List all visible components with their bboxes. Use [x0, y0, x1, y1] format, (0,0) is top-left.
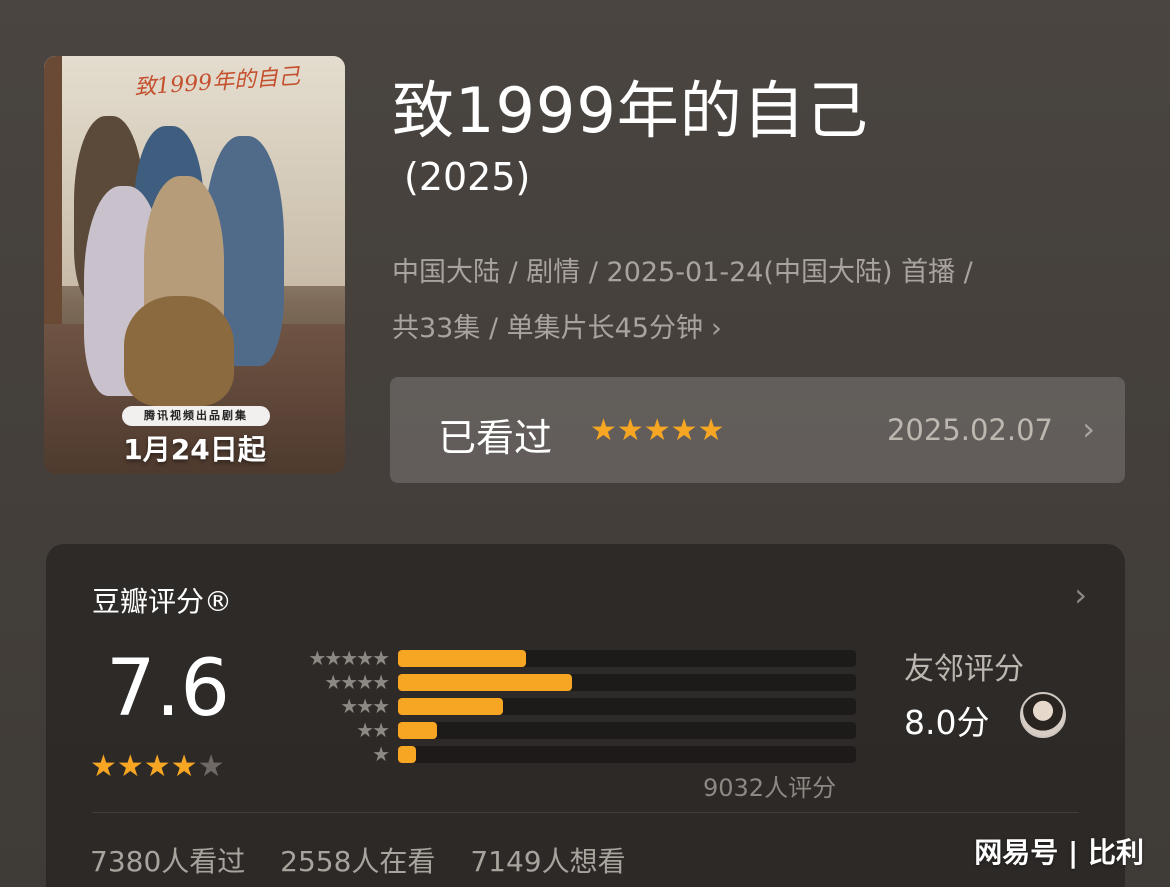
rating-stars-filled: ★★★★ — [90, 749, 198, 784]
breakdown-bar-fill — [398, 722, 437, 739]
meta-line: 中国大陆 / 剧情 / 2025-01-24(中国大陆) 首播 / — [392, 257, 973, 288]
breakdown-bar-fill — [398, 746, 417, 763]
rating-card: 豆瓣评分® › 7.6 ★★★★★ ★★★★★ ★★★★ ★★★ ★★ ★ 9032人评… — [46, 544, 1125, 887]
watched-date: 2025.02.07 — [886, 413, 1053, 447]
watching-count[interactable]: 2558人在看 — [280, 845, 435, 878]
chevron-right-icon: › — [1082, 410, 1095, 448]
my-rating-stars: ★★★★★ — [590, 413, 725, 448]
avatar[interactable] — [1020, 692, 1066, 738]
release-year: (2025) — [404, 155, 531, 199]
rating-count: 9032人评分 — [703, 774, 837, 802]
chevron-right-icon: › — [710, 313, 722, 344]
breakdown-bar-track — [398, 650, 856, 667]
neighbor-rating-label: 友邻评分 — [904, 652, 1024, 687]
breakdown-bar-fill — [398, 674, 573, 691]
breakdown-bar-track — [398, 722, 856, 739]
breakdown-stars: ★★★★★ — [308, 646, 390, 670]
meta-line-2: 共33集 / 单集片长45分钟 › — [392, 301, 1102, 357]
breakdown-stars: ★★★ — [340, 694, 390, 718]
breakdown-bar-fill — [398, 698, 504, 715]
rating-score: 7.6 — [106, 644, 231, 734]
watch-stats: 7380人看过 2558人在看 7149人想看 — [90, 840, 652, 880]
rating-stars: ★★★★★ — [90, 749, 224, 784]
watched-status-button[interactable]: 已看过 ★★★★★ 2025.02.07 › — [390, 377, 1125, 483]
watched-label: 已看过 — [438, 416, 553, 460]
breakdown-stars: ★ — [372, 742, 390, 766]
breakdown-bar-track — [398, 698, 856, 715]
breakdown-bar-track — [398, 746, 856, 763]
seen-count[interactable]: 7380人看过 — [90, 845, 245, 878]
breakdown-bar-track — [398, 674, 856, 691]
want-count[interactable]: 7149人想看 — [470, 845, 625, 878]
poster-figure — [124, 296, 234, 406]
meta-info[interactable]: 中国大陆 / 剧情 / 2025-01-24(中国大陆) 首播 / 共33集 /… — [392, 245, 1102, 357]
breakdown-stars: ★★★★ — [324, 670, 390, 694]
poster-image[interactable]: 致1999年的自己 腾讯视频出品剧集 1月24日起 — [44, 56, 345, 474]
page-title: 致1999年的自己 — [392, 74, 869, 147]
neighbor-rating-score: 8.0分 — [904, 703, 990, 742]
rating-header[interactable]: 豆瓣评分® — [92, 580, 232, 620]
meta-line: 共33集 / 单集片长45分钟 — [392, 313, 703, 344]
chevron-right-icon[interactable]: › — [1074, 576, 1087, 614]
rating-stars-empty: ★ — [197, 749, 225, 784]
breakdown-bar-fill — [398, 650, 527, 667]
breakdown-stars: ★★ — [356, 718, 390, 742]
poster-badge: 腾讯视频出品剧集 — [122, 406, 270, 426]
divider — [92, 812, 1079, 813]
poster-release-date: 1月24日起 — [123, 433, 266, 466]
watermark: 网易号 | 比利 — [974, 836, 1144, 869]
